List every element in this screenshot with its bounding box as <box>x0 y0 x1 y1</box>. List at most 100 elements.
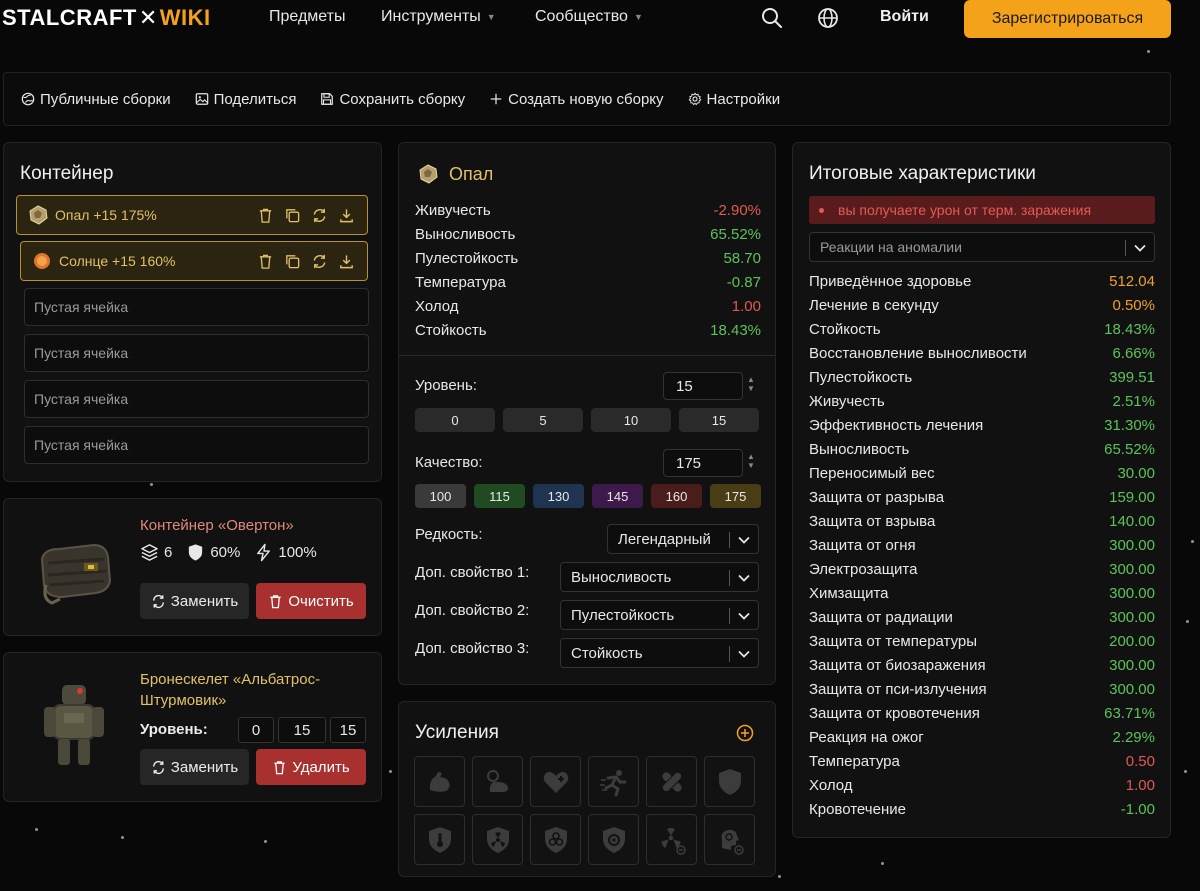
stat-row: Лечение в секунду 0.50% <box>809 294 1155 318</box>
boost-slot[interactable] <box>414 814 465 865</box>
armor-level-min[interactable]: 0 <box>238 717 274 743</box>
copy-icon[interactable] <box>284 207 301 224</box>
level-chip[interactable]: 5 <box>503 408 583 432</box>
boost-slot[interactable] <box>588 756 639 807</box>
background-star <box>778 875 781 878</box>
quality-chip[interactable]: 115 <box>474 484 525 508</box>
stat-label: Температура <box>415 274 506 291</box>
extra1-select[interactable]: Выносливость <box>560 562 759 592</box>
background-star <box>389 770 392 773</box>
refresh-icon[interactable] <box>311 207 328 224</box>
trash-icon[interactable] <box>257 253 274 270</box>
extra2-select[interactable]: Пулестойкость <box>560 600 759 630</box>
settings-button[interactable]: Настройки <box>688 91 780 108</box>
copy-icon[interactable] <box>284 253 301 270</box>
nav-tools-label: Инструменты <box>381 8 481 25</box>
anomaly-reactions-select[interactable]: Реакции на аномалии <box>809 232 1155 262</box>
stat-label: Химзащита <box>809 585 889 602</box>
stat-row: Защита от пси-излучения 300.00 <box>809 678 1155 702</box>
stat-row: Выносливость 65.52% <box>809 438 1155 462</box>
search-icon[interactable] <box>760 6 784 30</box>
share-button[interactable]: Поделиться <box>195 91 296 108</box>
stat-label: Защита от кровотечения <box>809 705 980 722</box>
stat-label: Эффективность лечения <box>809 417 984 434</box>
extra2-value: Пулестойкость <box>571 606 675 624</box>
clear-container-button[interactable]: Очистить <box>256 583 366 619</box>
empty-slot[interactable]: Пустая ячейка <box>24 380 369 418</box>
stat-label: Холод <box>809 777 853 794</box>
boost-slot[interactable] <box>704 814 755 865</box>
anomaly-reactions-placeholder: Реакции на аномалии <box>820 239 962 255</box>
bandage-icon <box>661 771 682 792</box>
download-icon[interactable] <box>338 207 355 224</box>
boost-slot[interactable] <box>646 814 697 865</box>
site-logo[interactable]: STALCRAFT ✕ WIKI <box>2 4 211 32</box>
add-boost-icon[interactable] <box>736 724 754 742</box>
level-chip[interactable]: 10 <box>591 408 671 432</box>
empty-slot[interactable]: Пустая ячейка <box>24 288 369 326</box>
stat-value: 58.70 <box>723 250 761 267</box>
delete-armor-button[interactable]: Удалить <box>256 749 366 785</box>
sun-artifact-icon <box>34 253 50 269</box>
logo-text-stalcraft: STALCRAFT <box>2 5 137 30</box>
refresh-icon <box>152 760 164 774</box>
armor-level-input[interactable]: 15 <box>278 717 326 743</box>
rarity-select[interactable]: Легендарный <box>607 524 759 554</box>
refresh-icon[interactable] <box>311 253 328 270</box>
armor-level-label: Уровень: <box>140 721 208 738</box>
extra3-value: Стойкость <box>571 644 643 662</box>
trash-icon[interactable] <box>257 207 274 224</box>
register-button[interactable]: Зарегистрироваться <box>964 0 1171 38</box>
quality-input[interactable]: 175 <box>663 449 743 477</box>
extra3-select[interactable]: Стойкость <box>560 638 759 668</box>
stat-value: 18.43% <box>710 322 761 339</box>
empty-slot[interactable]: Пустая ячейка <box>24 426 369 464</box>
container-title: Контейнер <box>20 163 114 184</box>
globe-icon[interactable] <box>816 6 840 30</box>
quality-chip[interactable]: 175 <box>710 484 761 508</box>
empty-slot[interactable]: Пустая ячейка <box>24 334 369 372</box>
boost-slot[interactable] <box>704 756 755 807</box>
stat-value: 1.00 <box>731 298 761 315</box>
quality-chip[interactable]: 100 <box>415 484 466 508</box>
boost-slot[interactable] <box>588 814 639 865</box>
top-navigation: STALCRAFT ✕ WIKI Предметы Инструменты ▼ С… <box>0 0 1200 38</box>
boost-slot[interactable] <box>530 756 581 807</box>
quality-chip[interactable]: 160 <box>651 484 702 508</box>
biohazard-icon <box>544 826 567 853</box>
nav-community[interactable]: Сообщество ▼ <box>535 8 643 26</box>
quality-chip[interactable]: 145 <box>592 484 643 508</box>
public-builds-button[interactable]: Публичные сборки <box>21 91 171 108</box>
armor-name[interactable]: Бронескелет «Альбатрос- Штурмовик» <box>140 669 320 711</box>
armor-level-max[interactable]: 15 <box>330 717 366 743</box>
new-build-button[interactable]: Создать новую сборку <box>489 91 664 108</box>
download-icon[interactable] <box>338 253 355 270</box>
boost-slot[interactable] <box>472 756 523 807</box>
stat-row: Электрозащита 300.00 <box>809 558 1155 582</box>
level-chip[interactable]: 15 <box>679 408 759 432</box>
nav-items[interactable]: Предметы <box>269 8 345 26</box>
stat-value: 300.00 <box>1109 681 1155 698</box>
quality-spinner[interactable]: ▲ ▼ <box>747 452 755 470</box>
radiation-minus-icon <box>661 827 686 855</box>
nav-tools[interactable]: Инструменты ▼ <box>381 8 496 26</box>
boost-slot[interactable] <box>414 756 465 807</box>
save-build-button[interactable]: Сохранить сборку <box>320 91 465 108</box>
boost-slot[interactable] <box>530 814 581 865</box>
quality-chip[interactable]: 130 <box>533 484 584 508</box>
container-name[interactable]: Контейнер «Овертон» <box>140 515 294 536</box>
boost-slot[interactable] <box>646 756 697 807</box>
artifact-slot[interactable]: Солнце +15 160% <box>20 241 368 281</box>
level-chip[interactable]: 0 <box>415 408 495 432</box>
boosts-panel: Усиления <box>398 701 776 877</box>
replace-armor-button[interactable]: Заменить <box>140 749 249 785</box>
login-link[interactable]: Войти <box>880 8 929 26</box>
artifact-slot[interactable]: Опал +15 175% <box>16 195 368 235</box>
stat-label: Температура <box>809 753 900 770</box>
replace-container-button[interactable]: Заменить <box>140 583 249 619</box>
level-input[interactable]: 15 <box>663 372 743 400</box>
level-spinner[interactable]: ▲ ▼ <box>747 375 755 393</box>
boost-slot[interactable] <box>472 814 523 865</box>
delete-label: Удалить <box>292 758 350 776</box>
stat-label: Переносимый вес <box>809 465 935 482</box>
